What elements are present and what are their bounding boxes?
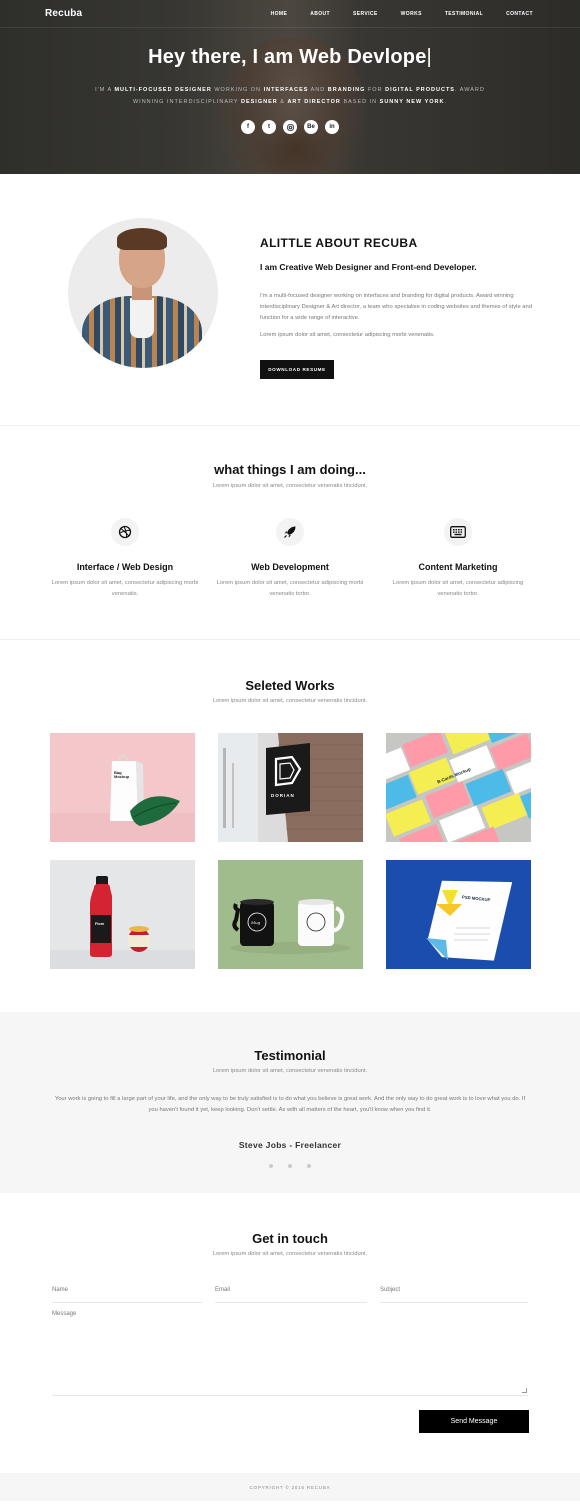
nav-contact[interactable]: CONTACT [506,11,533,17]
nav-service[interactable]: SERVICE [353,11,378,17]
testimonial-author: Steve Jobs - Freelancer [238,1140,342,1150]
linkedin-icon[interactable]: in [325,120,339,134]
works-title: Seleted Works [245,678,335,693]
hero-section: Recuba HOME ABOUT SERVICE WORKS TESTIMON… [0,0,580,174]
about-section: ALITTLE ABOUT RECUBA I am Creative Web D… [0,174,580,426]
nav-testimonial[interactable]: TESTIMONIAL [445,11,483,17]
about-title: ALITTLE ABOUT RECUBA [260,236,418,250]
work-item[interactable]: Bag Mockup [50,733,195,842]
carousel-dot[interactable] [269,1164,273,1168]
carousel-dots [0,1164,580,1168]
jar-mockup-image [50,860,195,969]
nav-works[interactable]: WORKS [401,11,422,17]
service-text: Lorem ipsum dolor sit amet, consectetur … [51,580,199,597]
service-title: Interface / Web Design [76,562,174,572]
work-item[interactable]: B-Cards Mockup [386,733,531,842]
about-paragraph-2: Lorem ipsum dolor sit amet, consectetur … [260,332,435,338]
carousel-dot[interactable] [307,1164,311,1168]
download-resume-button[interactable]: DOWNLOAD RESUME [260,360,334,379]
message-textarea[interactable]: Message [52,1311,528,1396]
letterhead-mockup-image [386,860,531,969]
sign-mockup-image [218,733,363,842]
work-item[interactable]: DORIAN [218,733,363,842]
message-placeholder: Message [52,1311,77,1317]
service-text: Lorem ipsum dolor sit amet, consectetur … [216,580,364,597]
mug-mockup-image [218,860,363,969]
send-message-button[interactable]: Send Message [419,1410,529,1433]
work-item[interactable]: Mug [218,860,363,969]
service-title: Content Marketing [418,562,498,572]
behance-icon[interactable]: Be [304,120,318,134]
work-item[interactable]: PSD MOCKUP [386,860,531,969]
service-card: Interface / Web Design Lorem ipsum dolor… [50,518,200,600]
typing-cursor: | [426,46,432,68]
hero-heading: Hey there, I am Web Devlope| [148,46,432,68]
copyright-text: COPYRIGHT © 2016 RECUBA [249,1484,331,1490]
work-item[interactable]: Fiore [50,860,195,969]
email-input[interactable]: Email [215,1283,367,1303]
name-input[interactable]: Name [52,1283,202,1303]
contact-title: Get in touch [252,1231,328,1246]
services-section: what things I am doing... Lorem ipsum do… [0,426,580,640]
subject-input[interactable]: Subject [380,1283,528,1303]
about-paragraph: I'm a multi-focused designer working on … [260,293,532,321]
works-subtitle: Lorem ipsum dolor sit amet, consectetur … [212,698,368,704]
carousel-dot[interactable] [288,1164,292,1168]
nav-home[interactable]: HOME [271,11,288,17]
works-section: Seleted Works Lorem ipsum dolor sit amet… [0,640,580,1012]
contact-section: Get in touch Lorem ipsum dolor sit amet,… [0,1193,580,1473]
footer: COPYRIGHT © 2016 RECUBA [0,1473,580,1501]
navbar: Recuba HOME ABOUT SERVICE WORKS TESTIMON… [0,0,580,28]
rocket-icon [276,518,304,546]
profile-photo [68,218,218,368]
service-text: Lorem ipsum dolor sit amet, consectetur … [392,580,524,597]
dribbble-icon [111,518,139,546]
services-title: what things I am doing... [214,462,366,477]
testimonial-subtitle: Lorem ipsum dolor sit amet, consectetur … [212,1068,368,1074]
social-links: f t Be in [0,120,580,134]
nav-about[interactable]: ABOUT [310,11,330,17]
nav-menu: HOME ABOUT SERVICE WORKS TESTIMONIAL CON… [248,11,533,17]
service-card: Content Marketing Lorem ipsum dolor sit … [383,518,533,600]
bag-mockup-image [50,733,195,842]
contact-subtitle: Lorem ipsum dolor sit amet, consectetur … [212,1251,368,1257]
instagram-icon[interactable] [283,120,297,134]
logo[interactable]: Recuba [45,8,82,19]
hero-subtitle: I'M A MULTI-FOCUSED DESIGNER WORKING ON … [95,87,485,105]
testimonial-title: Testimonial [254,1048,326,1063]
services-subtitle: Lorem ipsum dolor sit amet, consectetur … [212,483,368,489]
business-cards-image [386,733,531,842]
service-title: Web Development [251,562,329,572]
keyboard-icon [444,518,472,546]
twitter-icon[interactable]: t [262,120,276,134]
about-subtitle: I am Creative Web Designer and Front-end… [260,262,477,272]
testimonial-section: Testimonial Lorem ipsum dolor sit amet, … [0,1012,580,1193]
resize-handle-icon[interactable] [522,1388,527,1393]
testimonial-quote: Your work is going to fill a large part … [54,1096,526,1113]
facebook-icon[interactable]: f [241,120,255,134]
service-card: Web Development Lorem ipsum dolor sit am… [215,518,365,600]
